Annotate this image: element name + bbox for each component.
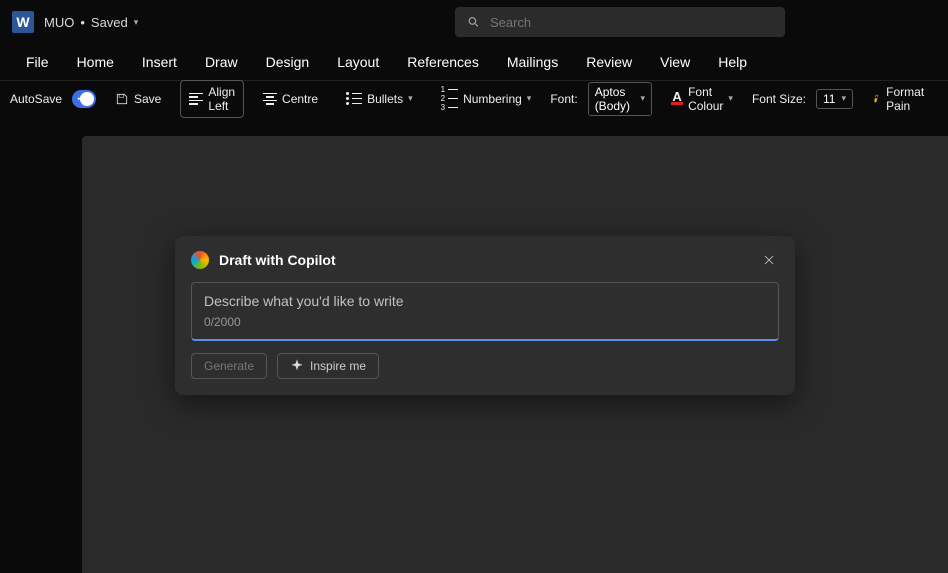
font-colour-button[interactable]: A Font Colour ▾ [662,80,742,118]
format-painter-button[interactable]: Format Pain [863,80,938,118]
format-painter-icon [869,90,884,107]
align-left-icon [189,93,203,105]
menu-view[interactable]: View [646,48,704,76]
copilot-actions: Generate Inspire me [191,353,779,379]
centre-label: Centre [282,92,318,106]
align-centre-icon [263,93,277,105]
numbering-button[interactable]: 1 2 3 Numbering ▾ [432,81,541,117]
font-size-selector[interactable]: 11 ▾ [816,89,853,109]
inspire-label: Inspire me [310,359,366,373]
save-button[interactable]: Save [106,87,170,111]
font-colour-label: Font Colour [688,85,723,113]
title-separator: • [80,15,85,30]
font-size-value: 11 [823,92,835,106]
menu-draw[interactable]: Draw [191,48,252,76]
align-left-button[interactable]: Align Left [180,80,244,118]
save-icon [115,92,129,106]
centre-button[interactable]: Centre [254,87,327,111]
menu-design[interactable]: Design [252,48,324,76]
copilot-header: Draft with Copilot [191,250,779,270]
bullets-button[interactable]: Bullets ▾ [337,87,422,111]
ribbon-toolbar: AutoSave ✓ Save Align Left Centre Bullet… [0,80,948,116]
generate-button[interactable]: Generate [191,353,267,379]
search-box[interactable] [455,7,785,37]
numbering-label: Numbering [463,92,522,106]
chevron-down-icon: ▾ [134,17,139,28]
chevron-down-icon: ▾ [408,93,413,104]
document-name: MUO [44,15,74,30]
generate-label: Generate [204,359,254,373]
menu-insert[interactable]: Insert [128,48,191,76]
copilot-input[interactable]: Describe what you'd like to write 0/2000 [191,282,779,341]
document-area: Draft with Copilot Describe what you'd l… [0,116,948,573]
menu-help[interactable]: Help [704,48,761,76]
numbering-icon: 1 2 3 [441,86,458,112]
document-page[interactable]: Draft with Copilot Describe what you'd l… [82,136,948,573]
close-button[interactable] [759,250,779,270]
word-app-icon: W [12,11,34,33]
document-title-group[interactable]: MUO • Saved ▾ [44,15,138,30]
font-selector[interactable]: Aptos (Body) ▾ [588,82,652,116]
title-bar: W MUO • Saved ▾ [0,0,948,44]
copilot-icon [191,251,209,269]
save-label: Save [134,92,161,106]
search-icon [467,15,480,29]
search-input[interactable] [490,15,773,30]
toggle-knob [80,92,94,106]
copilot-panel: Draft with Copilot Describe what you'd l… [175,236,795,395]
font-value: Aptos (Body) [595,85,635,113]
chevron-down-icon: ▾ [728,93,733,104]
menu-references[interactable]: References [393,48,493,76]
bullets-icon [346,92,362,105]
menu-home[interactable]: Home [63,48,128,76]
sparkle-icon [290,359,304,373]
chevron-down-icon: ▾ [841,93,846,104]
autosave-toggle[interactable]: ✓ [72,90,96,108]
copilot-placeholder: Describe what you'd like to write [204,293,766,309]
chevron-down-icon: ▾ [641,93,646,104]
font-label: Font: [550,92,577,106]
chevron-down-icon: ▾ [527,93,532,104]
bullets-label: Bullets [367,92,403,106]
menu-layout[interactable]: Layout [323,48,393,76]
menu-file[interactable]: File [12,48,63,76]
inspire-button[interactable]: Inspire me [277,353,379,379]
menu-bar: File Home Insert Draw Design Layout Refe… [0,44,948,80]
align-left-label: Align Left [208,85,235,113]
copilot-title: Draft with Copilot [219,252,336,268]
font-colour-icon: A [671,92,683,105]
autosave-label: AutoSave [10,92,62,106]
menu-review[interactable]: Review [572,48,646,76]
format-painter-label: Format Pain [886,85,929,113]
close-icon [762,253,776,267]
menu-mailings[interactable]: Mailings [493,48,572,76]
font-size-label: Font Size: [752,92,806,106]
copilot-char-counter: 0/2000 [204,315,766,329]
save-status: Saved [91,15,128,30]
